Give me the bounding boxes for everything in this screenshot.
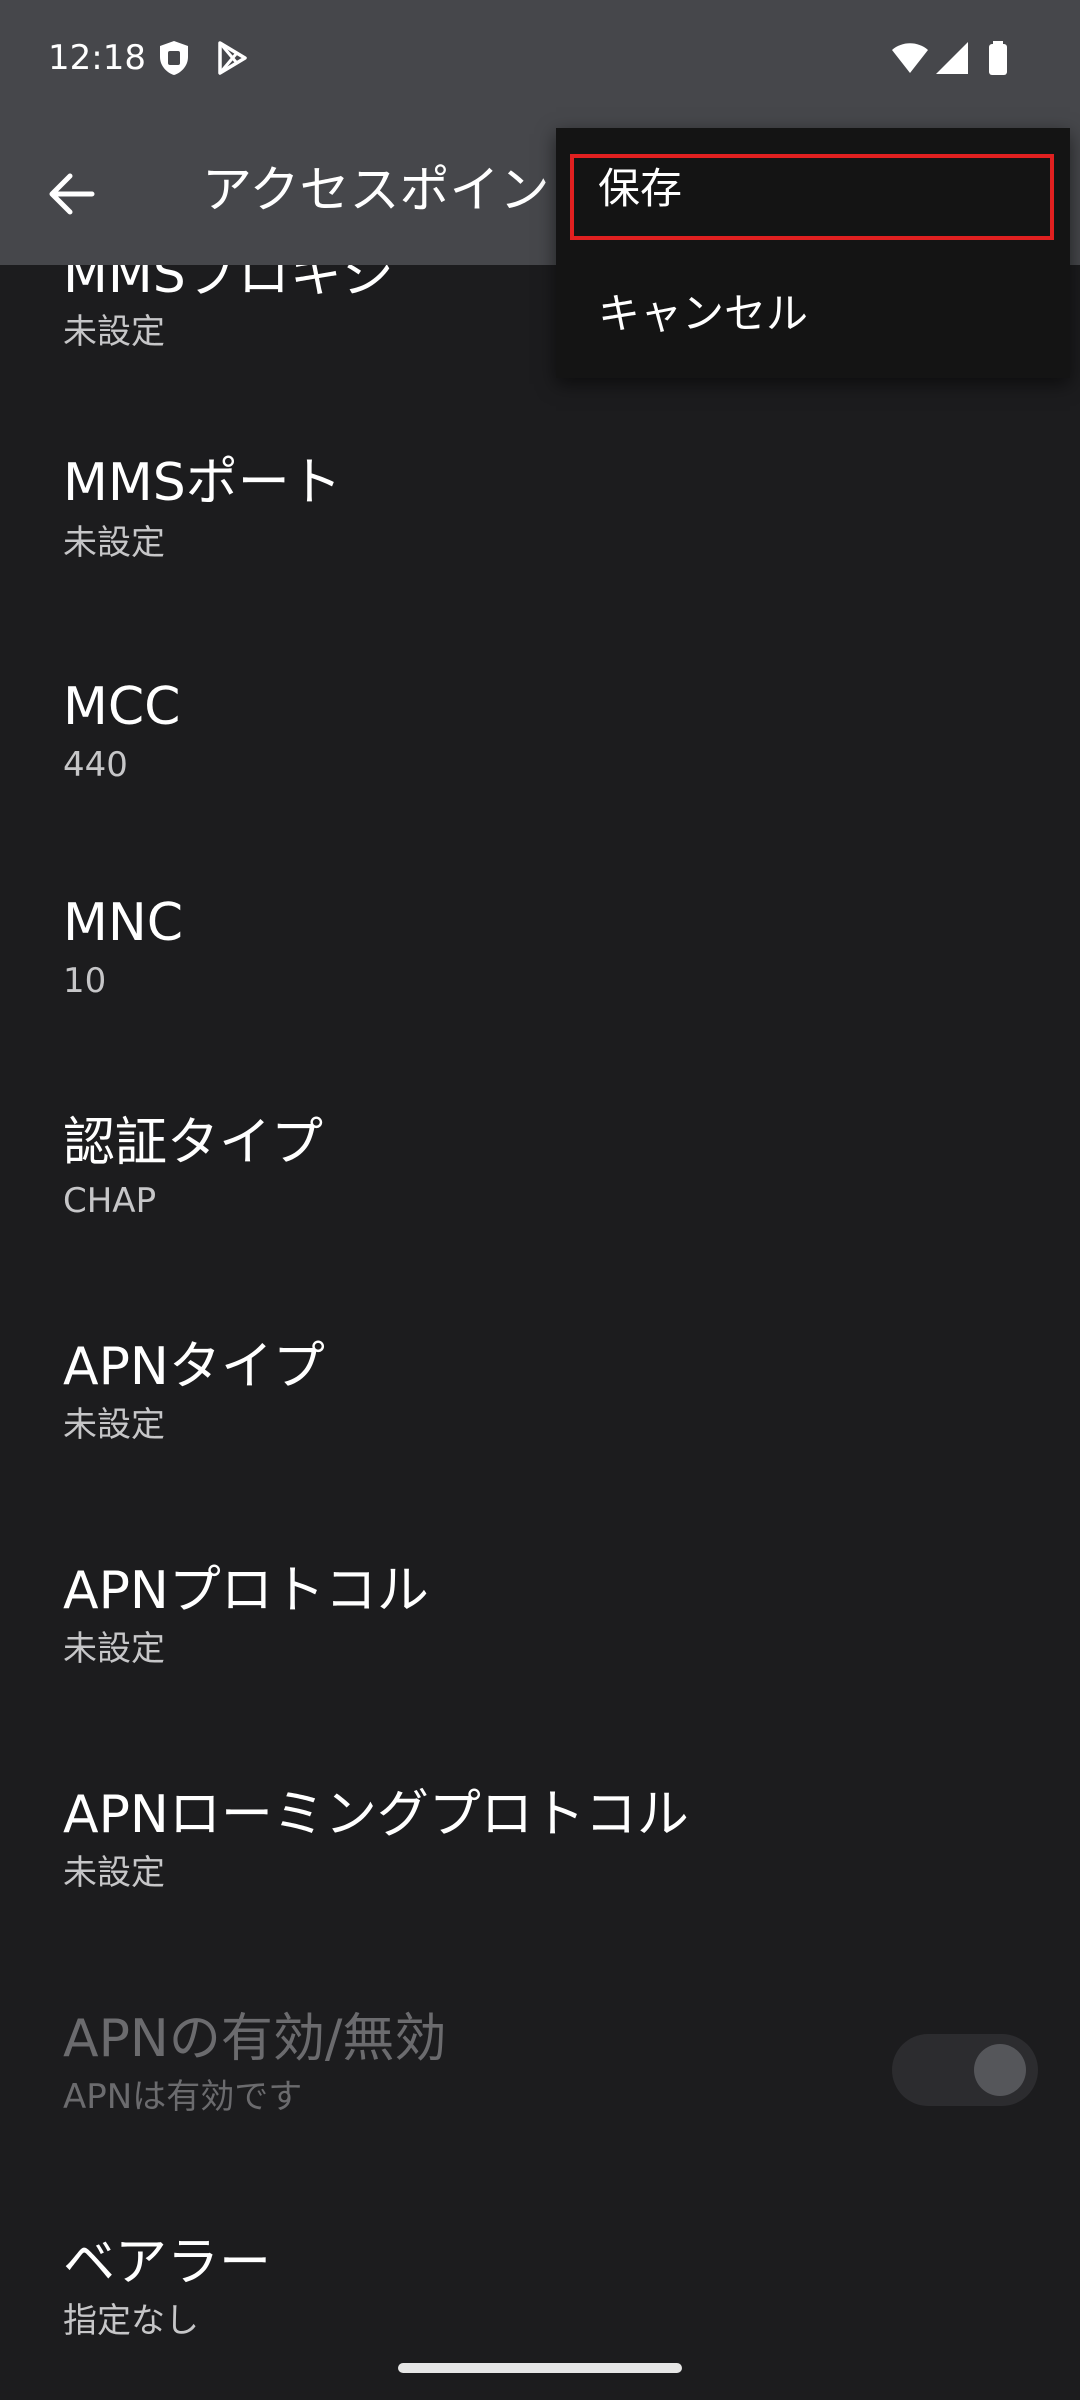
list-item-mcc[interactable]: MCC 440 — [0, 650, 1080, 870]
list-item-apn-roaming-protocol[interactable]: APNローミングプロトコル 未設定 — [0, 1758, 1080, 1978]
list-item-summary: 未設定 — [63, 1853, 165, 1893]
apn-enable-toggle — [892, 2034, 1038, 2106]
list-item-title: MCC — [63, 677, 181, 737]
menu-item-label: キャンセル — [598, 289, 809, 338]
list-item-title: 認証タイプ — [63, 1113, 324, 1173]
arrow-back-icon[interactable] — [40, 162, 104, 226]
status-bar: 12:18 — [0, 0, 1080, 118]
list-item-summary: APNは有効です — [63, 2077, 303, 2117]
list-item-apn-enable: APNの有効/無効 APNは有効です — [0, 1982, 1080, 2202]
menu-item-cancel[interactable]: キャンセル — [556, 252, 1070, 362]
list-item-title: MMSポート — [63, 453, 342, 513]
list-item-apn-protocol[interactable]: APNプロトコル 未設定 — [0, 1534, 1080, 1754]
play-store-icon — [212, 38, 252, 78]
toggle-knob — [974, 2044, 1026, 2096]
gesture-handle[interactable] — [398, 2363, 682, 2373]
battery-icon — [978, 38, 1018, 78]
status-time: 12:18 — [48, 38, 146, 78]
screen: MMSプロキシ 未設定 MMSポート 未設定 MCC 440 MNC 10 認証… — [0, 0, 1080, 2400]
list-item-summary: CHAP — [63, 1181, 157, 1221]
list-item-title: MNC — [63, 893, 184, 953]
list-item-apn-type[interactable]: APNタイプ 未設定 — [0, 1310, 1080, 1530]
list-item-title: APNタイプ — [63, 1337, 325, 1397]
list-item-summary: 440 — [63, 745, 128, 785]
list-item-summary: 未設定 — [63, 312, 165, 352]
list-item-mnc[interactable]: MNC 10 — [0, 868, 1080, 1088]
list-item-summary: 未設定 — [63, 1405, 165, 1445]
cell-signal-icon — [934, 38, 974, 78]
list-item-summary: 未設定 — [63, 523, 165, 563]
shield-notification-icon — [154, 38, 194, 78]
list-item-title: APNローミングプロトコル — [63, 1785, 689, 1845]
wifi-icon — [890, 38, 930, 78]
list-item-title: APNの有効/無効 — [63, 2009, 447, 2069]
menu-item-save[interactable]: 保存 — [556, 128, 1070, 238]
list-item-summary: 未設定 — [63, 1629, 165, 1669]
list-item-title: APNプロトコル — [63, 1561, 429, 1621]
list-item-summary: 10 — [63, 961, 107, 1001]
list-item-summary: 指定なし — [63, 2301, 199, 2341]
overflow-menu: 保存 キャンセル — [556, 128, 1070, 378]
list-item-mms-port[interactable]: MMSポート 未設定 — [0, 430, 1080, 650]
menu-item-label: 保存 — [598, 164, 683, 213]
list-item-auth-type[interactable]: 認証タイプ CHAP — [0, 1086, 1080, 1306]
list-item-title: ベアラー — [63, 2233, 272, 2293]
